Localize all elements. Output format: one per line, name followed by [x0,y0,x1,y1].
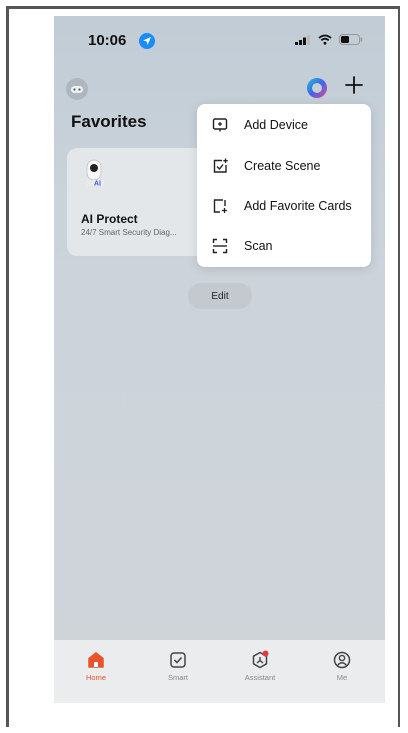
camera-ai-badge: AI [94,181,101,188]
add-plus-button[interactable] [343,74,365,96]
tab-assistant[interactable]: Assistant [230,650,290,690]
menu-item-add-favorite-cards[interactable]: Add Favorite Cards [197,186,371,226]
phone-screen: 10:06 Favorites AI AI Protect 24/7 Smart… [54,16,385,703]
home-icon [88,652,104,668]
favorite-card-ai-protect[interactable]: AI AI Protect 24/7 Smart Security Diag..… [67,148,205,256]
profile-avatar[interactable] [66,78,88,100]
card-title: AI Protect [81,212,138,226]
location-arrow-icon [139,33,155,49]
card-subtitle: 24/7 Smart Security Diag... [81,228,177,237]
status-icons [295,34,363,45]
page-title: Favorites [71,112,147,131]
tab-home[interactable]: Home [66,650,126,690]
create-scene-icon [213,158,228,173]
add-menu-popover: Add Device Create Scene Add Favorite Car… [197,104,371,267]
tab-label: Home [85,673,106,682]
robot-face-icon [71,86,83,93]
bottom-tab-bar: Home Smart Assistant Me [54,640,385,703]
profile-icon [333,651,351,669]
menu-item-label: Create Scene [244,159,321,173]
tab-label: Me [336,673,348,682]
smart-checkbox-icon [170,652,186,668]
status-time: 10:06 [88,32,127,49]
menu-item-label: Add Device [244,118,308,132]
notification-dot [262,650,269,657]
tab-label: Assistant [244,673,276,682]
wifi-icon [318,34,332,45]
menu-item-create-scene[interactable]: Create Scene [197,146,371,186]
security-camera-icon: AI [86,159,104,188]
menu-item-label: Scan [244,239,273,253]
add-device-icon [212,118,228,132]
edit-button[interactable]: Edit [188,283,252,309]
battery-icon [339,34,363,45]
tab-label: Smart [167,673,188,682]
scan-icon [212,238,228,254]
menu-item-add-device[interactable]: Add Device [197,105,371,145]
add-card-icon [213,199,227,213]
menu-item-label: Add Favorite Cards [244,199,352,213]
tab-smart[interactable]: Smart [148,650,208,690]
signal-icon [295,34,310,45]
menu-item-scan[interactable]: Scan [197,226,371,266]
assistant-orb-icon[interactable] [306,77,328,99]
assistant-hexagon-icon [252,650,269,669]
tab-me[interactable]: Me [312,650,372,690]
